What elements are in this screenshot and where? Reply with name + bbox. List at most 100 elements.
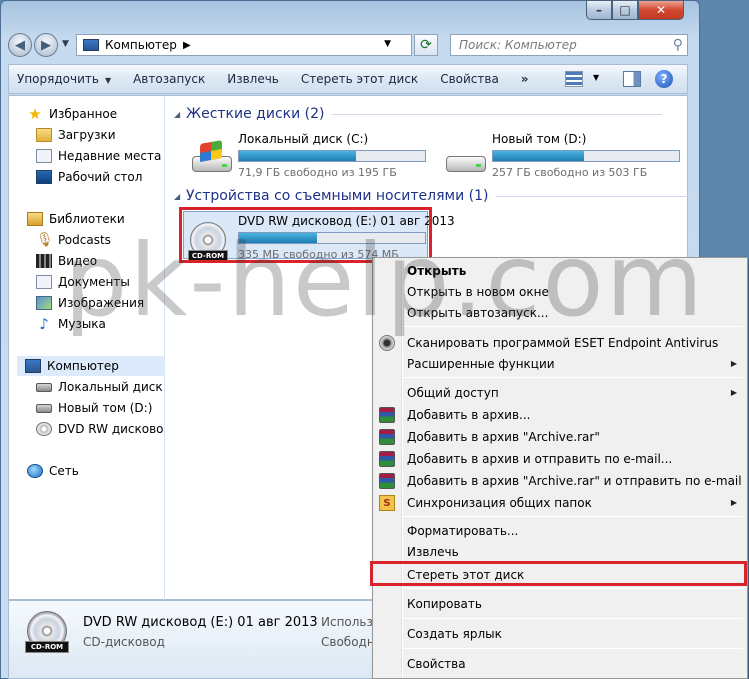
menu-format[interactable]: Форматировать... <box>373 520 747 541</box>
menu-open-autorun[interactable]: Открыть автозапуск... <box>373 302 747 323</box>
documents-icon <box>36 275 52 289</box>
winrar-icon <box>379 407 395 423</box>
nav-local-disk-c[interactable]: Локальный диск (С <box>36 377 164 397</box>
menu-copy[interactable]: Копировать <box>373 593 747 614</box>
winrar-icon <box>379 429 395 445</box>
desktop-icon <box>36 170 52 184</box>
erase-disc-button[interactable]: Стереть этот диск <box>301 72 418 86</box>
search-placeholder: Поиск: Компьютер <box>459 38 577 52</box>
nav-label: Podcasts <box>58 233 111 247</box>
menu-separator <box>403 377 743 378</box>
forward-button[interactable]: ▶ <box>34 33 58 57</box>
hard-drive-icon <box>36 403 52 413</box>
nav-favorites[interactable]: ★ Избранное <box>27 104 117 124</box>
video-icon <box>36 254 52 268</box>
nav-computer[interactable]: Компьютер <box>17 356 164 376</box>
menu-create-shortcut[interactable]: Создать ярлык <box>373 623 747 644</box>
nav-label: Рабочий стол <box>58 170 143 184</box>
maximize-button[interactable]: □ <box>612 0 638 20</box>
nav-label: Загрузки <box>58 128 116 142</box>
windows-drive-icon <box>186 140 234 180</box>
menu-add-to-archive[interactable]: Добавить в архив... <box>373 404 747 425</box>
hard-drives-group-header[interactable]: ◢ Жесткие диски (2) <box>174 106 663 122</box>
group-divider <box>496 195 697 197</box>
search-icon[interactable]: ⚲ <box>673 37 683 53</box>
nav-dvd-drive[interactable]: DVD RW дисковод ( <box>36 419 164 439</box>
menu-archive-rar-and-email[interactable]: Добавить в архив "Archive.rar" и отправи… <box>373 470 747 491</box>
navigation-bar: ◀ ▶ ▼ Компьютер ▶ ▼ ⟳ Поиск: Компьютер ⚲ <box>8 33 688 57</box>
dvd-red-highlight-box <box>179 207 432 263</box>
minimize-button[interactable]: – <box>586 0 612 20</box>
menu-sync-shared-folders[interactable]: S Синхронизация общих папок ▶ <box>373 492 747 513</box>
more-commands-button[interactable]: » <box>521 72 529 86</box>
nav-desktop[interactable]: Рабочий стол <box>36 167 142 187</box>
nav-podcasts[interactable]: 🎙 Podcasts <box>36 230 111 250</box>
removable-group-header[interactable]: ◢ Устройства со съемными носителями (1) <box>174 188 697 204</box>
nav-label: Библиотеки <box>49 212 125 226</box>
nav-label: Компьютер <box>47 359 119 373</box>
nav-new-volume-d[interactable]: Новый том (D:) <box>36 398 152 418</box>
recent-places-icon <box>36 149 52 163</box>
autorun-button[interactable]: Автозапуск <box>133 72 205 86</box>
view-options-dropdown-icon[interactable]: ▼ <box>593 73 599 82</box>
address-bar[interactable]: Компьютер ▶ ▼ <box>76 34 412 56</box>
collapse-arrow-icon[interactable]: ◢ <box>174 110 180 119</box>
address-location[interactable]: Компьютер <box>105 38 177 52</box>
nav-music[interactable]: ♪ Музыка <box>36 314 106 334</box>
nav-network[interactable]: Сеть <box>27 461 79 481</box>
menu-separator <box>403 588 743 589</box>
libraries-icon <box>27 212 43 226</box>
drive-local-c[interactable]: Локальный диск (C:) 71,9 ГБ свободно из … <box>186 130 436 182</box>
menu-archive-and-email[interactable]: Добавить в архив и отправить по e-mail..… <box>373 448 747 469</box>
menu-eset-scan[interactable]: Сканировать программой ESET Endpoint Ant… <box>373 332 747 353</box>
change-view-icon[interactable] <box>565 71 583 87</box>
help-icon[interactable]: ? <box>655 70 673 88</box>
menu-open[interactable]: Открыть <box>373 260 747 281</box>
nav-recent-places[interactable]: Недавние места <box>36 146 161 166</box>
drive-free-space: 257 ГБ свободно из 503 ГБ <box>492 166 648 179</box>
menu-advanced-functions[interactable]: Расширенные функции ▶ <box>373 353 747 374</box>
breadcrumb-arrow-icon[interactable]: ▶ <box>183 40 191 51</box>
submenu-arrow-icon: ▶ <box>730 359 737 368</box>
nav-video[interactable]: Видео <box>36 251 97 271</box>
menu-sharing[interactable]: Общий доступ ▶ <box>373 382 747 403</box>
drive-new-volume-d[interactable]: Новый том (D:) 257 ГБ свободно из 503 ГБ <box>440 130 690 182</box>
nav-label: Документы <box>58 275 130 289</box>
nav-documents[interactable]: Документы <box>36 272 130 292</box>
eset-icon <box>379 335 395 351</box>
sync-icon: S <box>379 495 395 511</box>
menu-open-new-window[interactable]: Открыть в новом окне <box>373 281 747 302</box>
address-dropdown-icon[interactable]: ▼ <box>384 39 391 49</box>
nav-label: Недавние места <box>58 149 162 163</box>
collapse-arrow-icon[interactable]: ◢ <box>174 192 180 201</box>
eject-button[interactable]: Извлечь <box>227 72 279 86</box>
search-input[interactable]: Поиск: Компьютер ⚲ <box>450 34 688 56</box>
command-bar: Упорядочить ▼ Автозапуск Извлечь Стереть … <box>8 64 688 94</box>
music-icon: ♪ <box>39 315 49 333</box>
menu-separator <box>403 516 743 517</box>
refresh-button[interactable]: ⟳ <box>414 34 438 56</box>
group-title: Устройства со съемными носителями (1) <box>186 188 489 204</box>
nav-images[interactable]: Изображения <box>36 293 144 313</box>
nav-downloads[interactable]: Загрузки <box>36 125 116 145</box>
back-button[interactable]: ◀ <box>8 33 32 57</box>
drive-usage-fill <box>493 151 585 161</box>
properties-button[interactable]: Свойства <box>440 72 499 86</box>
organize-button[interactable]: Упорядочить ▼ <box>17 72 111 86</box>
chevron-down-icon: ▼ <box>104 76 112 85</box>
recent-pages-dropdown[interactable]: ▼ <box>62 39 69 49</box>
nav-label: Видео <box>58 254 98 268</box>
submenu-arrow-icon: ▶ <box>730 388 737 397</box>
menu-separator <box>403 618 743 619</box>
nav-libraries[interactable]: Библиотеки <box>27 209 125 229</box>
nav-label: Изображения <box>58 296 145 310</box>
preview-pane-icon[interactable] <box>623 71 641 87</box>
drive-usage-fill <box>239 151 357 161</box>
close-button[interactable]: ✕ <box>638 0 684 20</box>
menu-eject[interactable]: Извлечь <box>373 541 747 562</box>
dvd-drive-icon <box>36 422 52 436</box>
nav-label: DVD RW дисковод ( <box>58 422 164 436</box>
menu-add-to-archive-rar[interactable]: Добавить в архив "Archive.rar" <box>373 426 747 447</box>
downloads-folder-icon <box>36 128 52 142</box>
menu-properties[interactable]: Свойства <box>373 653 747 674</box>
